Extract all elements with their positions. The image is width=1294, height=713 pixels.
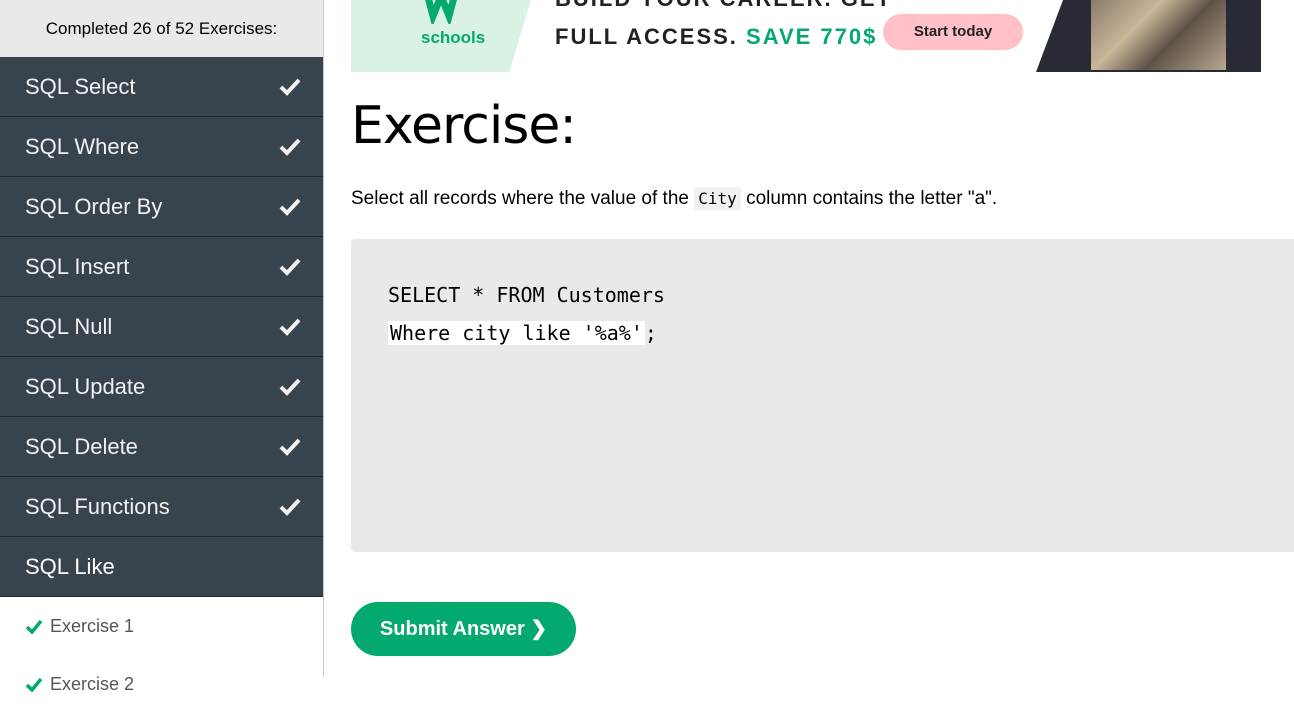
- topic-label: SQL Update: [25, 374, 146, 399]
- sidebar-topic-delete[interactable]: SQL Delete: [0, 417, 323, 477]
- sidebar-exercise-1[interactable]: Exercise 1: [0, 597, 323, 655]
- checkmark-icon: [279, 477, 301, 536]
- checkmark-icon: [279, 297, 301, 356]
- sidebar-topic-null[interactable]: SQL Null: [0, 297, 323, 357]
- logo-text: schools: [421, 28, 486, 47]
- answer-input[interactable]: Where city like '%a%': [388, 321, 645, 345]
- sidebar-topic-select[interactable]: SQL Select: [0, 57, 323, 117]
- sidebar-topic-like[interactable]: SQL Like: [0, 537, 323, 597]
- exercise-instruction: Select all records where the value of th…: [351, 187, 998, 210]
- sidebar-topic-update[interactable]: SQL Update: [0, 357, 323, 417]
- topic-label: SQL Functions: [25, 494, 170, 519]
- code-line: SELECT * FROM Customers: [388, 283, 665, 307]
- instruction-text-before: Select all records where the value of th…: [351, 188, 689, 209]
- banner-offer-prefix: FULL ACCESS.: [555, 24, 738, 49]
- ad-banner[interactable]: schools BUILD YOUR CAREER. GET FULL ACCE…: [351, 0, 1261, 72]
- photo-image: [1091, 0, 1226, 70]
- instruction-code: City: [694, 187, 741, 210]
- banner-offer: FULL ACCESS. SAVE 770$: [555, 24, 877, 50]
- page-title: Exercise:: [351, 96, 577, 156]
- checkmark-icon: [279, 417, 301, 476]
- w3schools-logo: schools: [351, 0, 531, 72]
- sidebar-exercise-2[interactable]: Exercise 2: [0, 655, 323, 713]
- topic-label: SQL Where: [25, 134, 140, 159]
- topic-label: SQL Order By: [25, 194, 163, 219]
- checkmark-icon: [279, 237, 301, 296]
- sidebar-topic-functions[interactable]: SQL Functions: [0, 477, 323, 537]
- sidebar-topic-order-by[interactable]: SQL Order By: [0, 177, 323, 237]
- topic-label: SQL Select: [25, 74, 136, 99]
- exercise-label: Exercise 1: [50, 616, 135, 636]
- exercise-sidebar: Completed 26 of 52 Exercises: SQL Select…: [0, 0, 324, 694]
- checkmark-icon: [279, 57, 301, 116]
- start-today-button[interactable]: Start today: [883, 14, 1023, 50]
- checkmark-icon: [279, 357, 301, 416]
- topic-label: SQL Delete: [25, 434, 138, 459]
- instruction-text-after: column contains the letter "a".: [746, 188, 998, 209]
- banner-save-text: SAVE 770$: [746, 24, 878, 49]
- w3-logo-icon: [423, 0, 461, 24]
- code-line: Where city like '%a%';: [388, 321, 657, 345]
- topic-label: SQL Insert: [25, 254, 130, 279]
- sidebar-topic-insert[interactable]: SQL Insert: [0, 237, 323, 297]
- progress-text: Completed 26 of 52 Exercises:: [0, 0, 323, 57]
- checkmark-icon: [25, 655, 43, 713]
- sidebar-topic-where[interactable]: SQL Where: [0, 117, 323, 177]
- checkmark-icon: [25, 597, 43, 655]
- topic-label: SQL Like: [25, 554, 115, 579]
- checkmark-icon: [279, 177, 301, 236]
- submit-answer-button[interactable]: Submit Answer ❯: [351, 602, 576, 656]
- code-suffix: ;: [644, 321, 657, 345]
- checkmark-icon: [279, 117, 301, 176]
- exercise-label: Exercise 2: [50, 674, 135, 694]
- code-editor: SELECT * FROM Customers Where city like …: [351, 239, 1294, 552]
- banner-photo: [1036, 0, 1261, 72]
- banner-headline: BUILD YOUR CAREER. GET: [555, 0, 892, 12]
- topic-label: SQL Null: [25, 314, 113, 339]
